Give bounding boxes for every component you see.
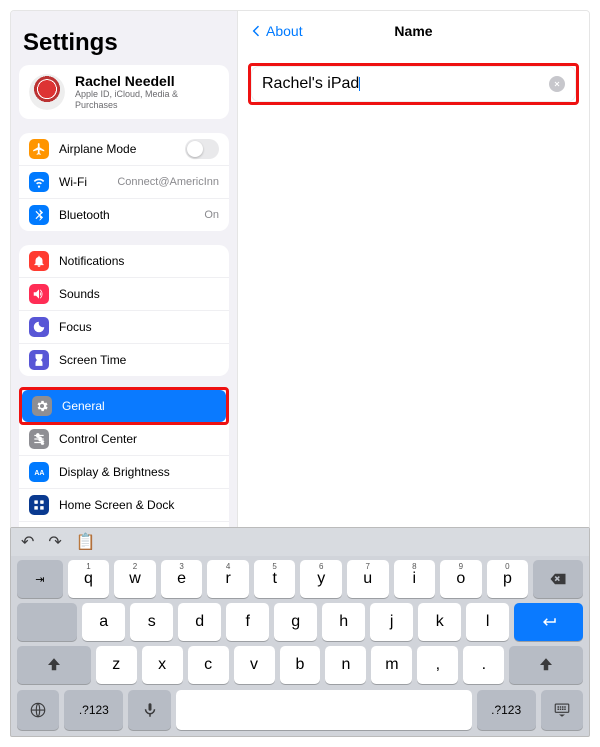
detail-navbar: About Name — [238, 11, 589, 51]
key-u[interactable]: 7u — [347, 560, 389, 598]
clear-text-button[interactable] — [549, 76, 565, 92]
settings-group-connectivity: Airplane Mode Wi-Fi Connect@AmericInn Bl… — [19, 133, 229, 231]
general-icon — [32, 396, 52, 416]
screentime-icon — [29, 350, 49, 370]
key-r[interactable]: 4r — [207, 560, 249, 598]
sidebar-item-notifications[interactable]: Notifications — [19, 245, 229, 277]
key-n[interactable]: n — [325, 646, 366, 684]
detail-pane: About Name Rachel's iPad — [237, 11, 589, 529]
chevron-left-icon — [248, 23, 264, 39]
bluetooth-icon — [29, 205, 49, 225]
settings-title: Settings — [19, 21, 229, 65]
key-k[interactable]: k — [418, 603, 461, 641]
on-screen-keyboard: ↶ ↷ 📋 ⇥ 1q 2w 3e 4r 5t 6y 7u 8i 9o 0p a — [10, 527, 590, 737]
sidebar-item-airplane[interactable]: Airplane Mode — [19, 133, 229, 165]
clipboard-button[interactable]: 📋 — [76, 532, 96, 552]
key-o[interactable]: 9o — [440, 560, 482, 598]
keyboard-toolbar: ↶ ↷ 📋 — [11, 528, 589, 556]
key-e[interactable]: 3e — [161, 560, 203, 598]
space-key[interactable] — [176, 690, 472, 730]
sidebar-item-sounds[interactable]: Sounds — [19, 277, 229, 310]
airplane-icon — [29, 139, 49, 159]
settings-sidebar: Settings Rachel Needell Apple ID, iCloud… — [11, 11, 237, 529]
apple-id-name: Rachel Needell — [75, 73, 219, 89]
svg-text:AA: AA — [34, 470, 44, 477]
sidebar-item-bluetooth[interactable]: Bluetooth On — [19, 198, 229, 231]
avatar — [29, 74, 65, 110]
key-h[interactable]: h — [322, 603, 365, 641]
key-t[interactable]: 5t — [254, 560, 296, 598]
key-c[interactable]: c — [188, 646, 229, 684]
key-q[interactable]: 1q — [68, 560, 110, 598]
key-b[interactable]: b — [280, 646, 321, 684]
key-w[interactable]: 2w — [114, 560, 156, 598]
return-key[interactable] — [514, 603, 583, 641]
key-i[interactable]: 8i — [394, 560, 436, 598]
bluetooth-value: On — [204, 209, 219, 221]
backspace-key[interactable] — [533, 560, 583, 598]
settings-split-view: Settings Rachel Needell Apple ID, iCloud… — [10, 10, 590, 530]
key-l[interactable]: l — [466, 603, 509, 641]
homescreen-icon — [29, 495, 49, 515]
apple-id-sub: Apple ID, iCloud, Media & Purchases — [75, 89, 219, 111]
sidebar-item-homescreen[interactable]: Home Screen & Dock — [19, 488, 229, 521]
keyboard-row-3: z x c v b n m , . — [17, 646, 583, 684]
key-period[interactable]: . — [463, 646, 504, 684]
key-m[interactable]: m — [371, 646, 412, 684]
key-x[interactable]: x — [142, 646, 183, 684]
focus-icon — [29, 317, 49, 337]
wifi-value: Connect@AmericInn — [117, 176, 219, 188]
sidebar-item-screentime[interactable]: Screen Time — [19, 343, 229, 376]
settings-group-device: General Control Center AA Display & Brig… — [19, 390, 229, 529]
key-s[interactable]: s — [130, 603, 173, 641]
key-j[interactable]: j — [370, 603, 413, 641]
back-button[interactable]: About — [248, 23, 303, 39]
key-g[interactable]: g — [274, 603, 317, 641]
key-p[interactable]: 0p — [487, 560, 529, 598]
key-a[interactable]: a — [82, 603, 125, 641]
sidebar-item-display[interactable]: AA Display & Brightness — [19, 455, 229, 488]
sidebar-item-general[interactable]: General — [22, 390, 226, 422]
apple-id-card[interactable]: Rachel Needell Apple ID, iCloud, Media &… — [19, 65, 229, 119]
caps-key[interactable] — [17, 603, 77, 641]
highlight-name-field: Rachel's iPad — [248, 63, 579, 105]
keyboard-row-2: a s d f g h j k l — [17, 603, 583, 641]
key-f[interactable]: f — [226, 603, 269, 641]
close-icon — [553, 80, 561, 88]
sidebar-item-controlcenter[interactable]: Control Center — [19, 422, 229, 455]
undo-button[interactable]: ↶ — [21, 532, 34, 552]
name-input[interactable]: Rachel's iPad — [262, 75, 360, 93]
dictation-key[interactable] — [128, 690, 170, 730]
key-comma[interactable]: , — [417, 646, 458, 684]
keyboard-row-bottom: .?123 .?123 — [11, 690, 589, 736]
display-icon: AA — [29, 462, 49, 482]
symbols-key-right[interactable]: .?123 — [477, 690, 536, 730]
redo-button[interactable]: ↷ — [48, 532, 61, 552]
key-d[interactable]: d — [178, 603, 221, 641]
sounds-icon — [29, 284, 49, 304]
key-y[interactable]: 6y — [300, 560, 342, 598]
dismiss-keyboard-key[interactable] — [541, 690, 583, 730]
wifi-icon — [29, 172, 49, 192]
symbols-key-left[interactable]: .?123 — [64, 690, 123, 730]
shift-key-left[interactable] — [17, 646, 91, 684]
text-cursor — [359, 77, 360, 91]
key-z[interactable]: z — [96, 646, 137, 684]
key-v[interactable]: v — [234, 646, 275, 684]
tab-key[interactable]: ⇥ — [17, 560, 63, 598]
controlcenter-icon — [29, 429, 49, 449]
keyboard-row-1: ⇥ 1q 2w 3e 4r 5t 6y 7u 8i 9o 0p — [17, 560, 583, 598]
sidebar-item-focus[interactable]: Focus — [19, 310, 229, 343]
sidebar-item-wifi[interactable]: Wi-Fi Connect@AmericInn — [19, 165, 229, 198]
settings-group-alerts: Notifications Sounds Focus Screen Time — [19, 245, 229, 376]
globe-key[interactable] — [17, 690, 59, 730]
notifications-icon — [29, 251, 49, 271]
highlight-general: General — [19, 387, 229, 425]
shift-key-right[interactable] — [509, 646, 583, 684]
airplane-toggle[interactable] — [185, 139, 219, 159]
name-field-row[interactable]: Rachel's iPad — [251, 66, 576, 102]
